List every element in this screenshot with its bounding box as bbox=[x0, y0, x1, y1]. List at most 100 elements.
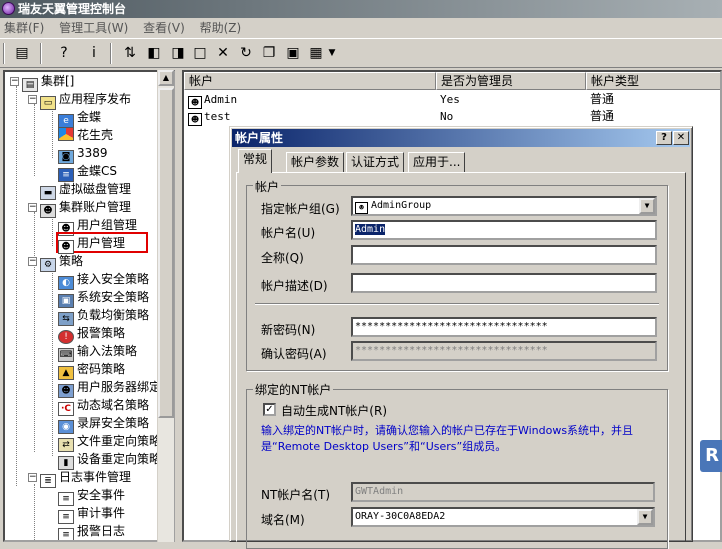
confirm-password-label: 确认密码(A) bbox=[261, 347, 327, 361]
nt-account-info-text: 输入绑定的NT帐户时，请确认您输入的帐户已存在于Windows系统中，并且 是“… bbox=[261, 424, 634, 453]
tab-apply-to[interactable]: 应用于... bbox=[408, 152, 466, 172]
tree-node-account-mgmt[interactable]: ☻ 集群账户管理 bbox=[40, 198, 131, 218]
properties-icon[interactable]: ▣ bbox=[283, 43, 303, 63]
nt-account-name-label: NT帐户名(T) bbox=[261, 488, 331, 502]
tree-collapse-logs[interactable]: − bbox=[28, 473, 37, 482]
delete-icon[interactable]: ✕ bbox=[213, 43, 233, 63]
info-icon[interactable]: i bbox=[84, 43, 104, 63]
log-icon: ≣ bbox=[40, 474, 56, 488]
tree-node-policy-password[interactable]: ▲ 密码策略 bbox=[58, 360, 125, 380]
tree-node-policy-record[interactable]: ◉ 录屏安全策略 bbox=[58, 414, 149, 434]
dialog-title: 帐户属性 bbox=[235, 131, 284, 145]
chevron-down-icon[interactable]: ▼ bbox=[325, 43, 339, 63]
chevron-down-icon[interactable]: ▼ bbox=[639, 198, 655, 214]
connect-icon[interactable]: ⇅ bbox=[120, 43, 140, 63]
nt-account-groupbox-title: 绑定的NT帐户 bbox=[253, 381, 334, 398]
tree-collapse-app-publish[interactable]: − bbox=[28, 95, 37, 104]
tree-node-policy-alarm[interactable]: ! 报警策略 bbox=[58, 324, 125, 344]
tree-node-log-mgmt[interactable]: ≣ 日志事件管理 bbox=[40, 468, 131, 488]
tree-node-app-kingdee-cs[interactable]: ≡ 金蝶CS bbox=[58, 162, 117, 182]
chevron-down-icon[interactable]: ▼ bbox=[637, 509, 653, 525]
tree-node-app-oray[interactable]: 花生壳 bbox=[58, 126, 113, 144]
menu-view[interactable]: 查看(V) bbox=[139, 21, 192, 35]
tree-node-policy-ime[interactable]: ⌨ 输入法策略 bbox=[58, 342, 137, 362]
tree-node-app-3389[interactable]: ◙ 3389 bbox=[58, 144, 108, 164]
table-row[interactable]: ☻ test No 普通 bbox=[184, 108, 720, 126]
tree-scrollbar[interactable]: ▲ bbox=[157, 70, 174, 542]
domain-label: 域名(M) bbox=[261, 513, 305, 527]
scroll-up-icon[interactable]: ▲ bbox=[158, 70, 174, 86]
side-app-badge[interactable]: R bbox=[700, 440, 722, 472]
tree-node-policy-device-redirect[interactable]: ▮ 设备重定向策略 bbox=[58, 450, 161, 470]
help-topic-icon[interactable]: ? bbox=[54, 43, 74, 63]
refresh-icon[interactable]: ↻ bbox=[236, 43, 256, 63]
full-name-input[interactable] bbox=[351, 245, 657, 265]
tree-node-log-audit[interactable]: ≡ 审计事件 bbox=[58, 504, 125, 524]
nt-account-name-input: GWTAdmin bbox=[351, 482, 655, 502]
close-button[interactable]: ✕ bbox=[673, 131, 689, 145]
console-icon[interactable]: ▤ bbox=[12, 43, 32, 63]
tree-collapse-policy[interactable]: − bbox=[28, 257, 37, 266]
tree-node-policy[interactable]: ⚙ 策略 bbox=[40, 252, 83, 272]
tab-account-params[interactable]: 帐户参数 bbox=[286, 152, 345, 172]
window-title: 瑞友天翼管理控制台 bbox=[18, 2, 127, 16]
table-row[interactable]: ☻ Admin Yes 普通 bbox=[184, 91, 720, 109]
document-icon: ≡ bbox=[58, 528, 74, 540]
confirm-password-input: ******************************** bbox=[351, 341, 657, 361]
tree-node-policy-binding[interactable]: ☻ 用户服务器绑定 bbox=[58, 378, 161, 398]
toolbar-separator bbox=[40, 43, 42, 64]
export-icon[interactable]: ◨ bbox=[168, 43, 188, 63]
account-groupbox-title: 帐户 bbox=[253, 178, 282, 195]
tree-collapse-accounts[interactable]: − bbox=[28, 203, 37, 212]
tree-node-user-mgmt[interactable]: ☻ 用户管理 bbox=[56, 232, 148, 254]
tree-node-cluster[interactable]: ▤ 集群[] bbox=[22, 72, 74, 92]
menu-tools[interactable]: 管理工具(W) bbox=[55, 21, 135, 35]
tree-node-log-security[interactable]: ≡ 安全事件 bbox=[58, 486, 125, 506]
import-icon[interactable]: ◧ bbox=[144, 43, 164, 63]
tree-node-app-kingdee[interactable]: e 金蝶 bbox=[58, 108, 101, 128]
tree-collapse-root[interactable]: − bbox=[10, 77, 19, 86]
column-header-account[interactable]: 帐户 bbox=[184, 72, 436, 90]
tree-node-app-publish[interactable]: ▭ 应用程序发布 bbox=[40, 90, 131, 110]
toolbar-grip bbox=[3, 43, 5, 64]
tree-node-policy-file-redirect[interactable]: ⇄ 文件重定向策略 bbox=[58, 432, 161, 452]
cluster-icon: ▤ bbox=[22, 78, 38, 92]
tree-node-policy-ddns[interactable]: ·C 动态域名策略 bbox=[58, 396, 149, 416]
dialog-title-bar: 帐户属性 ? ✕ bbox=[232, 129, 690, 147]
tree-node-policy-access[interactable]: ◐ 接入安全策略 bbox=[58, 270, 149, 290]
toolbar-separator bbox=[110, 43, 112, 64]
new-password-input[interactable]: ******************************** bbox=[351, 317, 657, 337]
domain-select[interactable]: ORAY-30C0A8EDA2 ▼ bbox=[351, 507, 655, 527]
help-button[interactable]: ? bbox=[656, 131, 672, 145]
auto-nt-account-label: 自动生成NT帐户(R) bbox=[281, 404, 388, 418]
tree-node-policy-system[interactable]: ▣ 系统安全策略 bbox=[58, 288, 149, 308]
new-icon[interactable]: □ bbox=[190, 43, 210, 63]
tree-node-virtual-disk[interactable]: ▬ 虚拟磁盘管理 bbox=[40, 180, 131, 200]
column-header-account-type[interactable]: 帐户类型 bbox=[586, 72, 720, 90]
tree-node-policy-balance[interactable]: ⇆ 负载均衡策略 bbox=[58, 306, 149, 326]
scroll-thumb[interactable] bbox=[158, 88, 174, 418]
column-header-is-admin[interactable]: 是否为管理员 bbox=[436, 72, 586, 90]
tab-panel-general: 帐户 指定帐户组(G) ☻ AdminGroup ▼ 帐户名(U) Admin 全… bbox=[236, 172, 686, 549]
separator bbox=[255, 303, 659, 305]
account-name-label: 帐户名(U) bbox=[261, 226, 316, 240]
oray-app-icon bbox=[58, 127, 74, 141]
menu-cluster[interactable]: 集群(F) bbox=[0, 21, 51, 35]
account-name-input[interactable]: Admin bbox=[351, 220, 657, 240]
view-grid-icon[interactable]: ▦ bbox=[306, 43, 326, 63]
tab-auth-method[interactable]: 认证方式 bbox=[346, 152, 405, 172]
copy-icon[interactable]: ❐ bbox=[259, 43, 279, 63]
folder-icon: ▭ bbox=[40, 96, 56, 110]
cluster-tree: − ▤ 集群[] − ▭ 应用程序发布 e 金蝶 花生壳 ◙ 3389 ≡ 金蝶CS ▬ 虚… bbox=[3, 70, 175, 542]
account-description-input[interactable] bbox=[351, 273, 657, 293]
account-group-select[interactable]: ☻ AdminGroup ▼ bbox=[351, 196, 657, 216]
toolbar: ▤ ? i ⇅ ◧ ◨ □ ✕ ↻ ❐ ▣ ▦ ▼ bbox=[0, 38, 722, 68]
app-logo-icon bbox=[2, 2, 15, 15]
users-icon: ☻ bbox=[40, 204, 56, 218]
auto-nt-account-checkbox[interactable]: ✓ bbox=[263, 403, 276, 416]
tab-general[interactable]: 常规 bbox=[238, 149, 273, 173]
menu-help[interactable]: 帮助(Z) bbox=[196, 21, 249, 35]
tree-node-log-alarm[interactable]: ≡ 报警日志 bbox=[58, 522, 125, 540]
new-password-label: 新密码(N) bbox=[261, 323, 316, 337]
user-icon: ☻ bbox=[188, 113, 202, 126]
